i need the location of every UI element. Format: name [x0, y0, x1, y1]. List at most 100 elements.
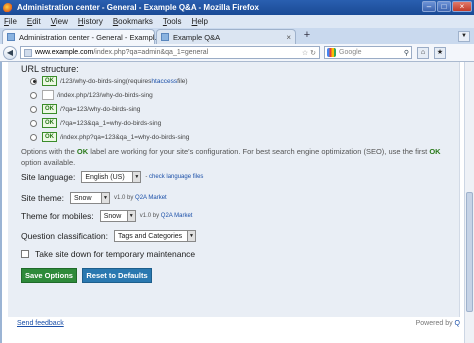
site-theme-row: Site theme: Snow ▼ v1.0 by Q2A Market — [21, 192, 167, 204]
menu-edit[interactable]: Edit — [27, 17, 41, 26]
url-option-radio[interactable] — [30, 133, 37, 141]
save-options-button[interactable]: Save Options — [21, 268, 77, 283]
chevron-down-icon: ▼ — [132, 172, 141, 182]
note-text: option available. — [21, 158, 76, 167]
question-classification-label: Question classification: — [21, 231, 108, 241]
theme-hint: v1.0 by Q2A Market — [114, 195, 167, 201]
language-hint: - check language files — [145, 174, 204, 180]
theme-version: v1.0 by — [139, 213, 160, 219]
back-button[interactable]: ◀ — [3, 45, 17, 60]
url-option-path: /index.php/123/why-do-birds-sing — [57, 91, 153, 99]
mobile-theme-select[interactable]: Snow ▼ — [99, 210, 136, 222]
htaccess-link[interactable]: htaccess — [151, 78, 177, 85]
maximize-button[interactable]: □ — [437, 1, 451, 12]
take-site-down-checkbox[interactable] — [21, 250, 29, 258]
tab-admin-general[interactable]: Administration center - General - Exampl… — [2, 29, 165, 44]
search-placeholder: Google — [339, 49, 362, 56]
tab-example-qa[interactable]: Example Q&A × — [156, 29, 296, 44]
select-value: Tags and Categories — [117, 232, 183, 240]
take-site-down-label: Take site down for temporary maintenance — [35, 249, 196, 259]
powered-by-text: Powered by — [415, 320, 453, 327]
url-option-5[interactable]: OK /index.php?qa=123&qa_1=why-do-birds-s… — [30, 132, 189, 142]
url-option-3[interactable]: OK /?qa=123/why-do-birds-sing — [30, 104, 140, 114]
firefox-logo-icon — [3, 2, 13, 13]
close-tab-icon[interactable]: × — [286, 33, 291, 42]
note-ok: OK — [429, 147, 441, 156]
send-feedback-link[interactable]: Send feedback — [17, 320, 64, 327]
mobile-theme-row: Theme for mobiles: Snow ▼ v1.0 by Q2A Ma… — [21, 210, 192, 222]
site-language-row: Site language: English (US) ▼ - check la… — [21, 171, 203, 183]
menu-bookmarks[interactable]: Bookmarks — [113, 17, 153, 26]
bookmark-star-icon[interactable]: ☆ — [302, 49, 308, 57]
page-content: URL structure: OK /123/why-do-birds-sing… — [0, 62, 474, 343]
url-option-path: /?qa=123/why-do-birds-sing — [60, 105, 141, 113]
menu-tools[interactable]: Tools — [163, 17, 182, 26]
navigation-toolbar: ◀ www.example.com /index.php?qa=admin&qa… — [0, 44, 474, 62]
tab-list-dropdown-icon[interactable]: ▼ — [458, 31, 470, 42]
check-language-files-link[interactable]: check language files — [149, 174, 203, 180]
q2a-market-link[interactable]: Q2A Market — [135, 195, 167, 201]
select-value: Snow — [74, 194, 92, 202]
scrollbar-thumb[interactable] — [466, 192, 473, 312]
close-window-button[interactable]: × — [452, 1, 472, 12]
new-tab-button[interactable]: + — [300, 30, 314, 43]
url-option-4[interactable]: OK /?qa=123&qa_1=why-do-birds-sing — [30, 118, 161, 128]
menu-help[interactable]: Help — [192, 17, 208, 26]
reload-icon[interactable]: ↻ — [310, 49, 316, 57]
ok-badge: OK — [42, 118, 57, 128]
site-theme-label: Site theme: — [21, 193, 64, 203]
note-text: label are working for your site's config… — [90, 147, 428, 156]
vertical-scrollbar[interactable] — [464, 62, 474, 343]
url-structure-label: URL structure: — [21, 64, 79, 74]
url-option-radio[interactable] — [30, 91, 37, 99]
ok-badge: OK — [42, 132, 57, 142]
chevron-down-icon: ▼ — [186, 231, 195, 241]
question-classification-row: Question classification: Tags and Catego… — [21, 230, 196, 242]
tab-label: Administration center - General - Exampl… — [19, 32, 161, 42]
favicon-icon — [7, 33, 15, 41]
blank-badge — [42, 90, 54, 100]
site-identity-icon[interactable] — [24, 48, 32, 57]
home-icon[interactable]: ⌂ — [417, 46, 429, 59]
site-theme-select[interactable]: Snow ▼ — [70, 192, 110, 204]
ok-badge: OK — [42, 104, 57, 114]
window-controls: – □ × — [422, 1, 472, 12]
url-option-radio[interactable] — [30, 77, 37, 85]
mobile-theme-hint: v1.0 by Q2A Market — [140, 213, 193, 219]
search-bar[interactable]: Google ⚲ — [324, 46, 412, 59]
note-ok: OK — [76, 147, 89, 156]
site-language-select[interactable]: English (US) ▼ — [81, 171, 142, 183]
url-option-path: /123/why-do-birds-sing — [60, 77, 126, 85]
mobile-theme-label: Theme for mobiles: — [21, 211, 94, 221]
search-icon[interactable]: ⚲ — [404, 49, 409, 57]
powered-by: Powered by Q — [416, 320, 460, 327]
url-option-2[interactable]: /index.php/123/why-do-birds-sing — [30, 90, 153, 100]
window-titlebar: Administration center - General - Exampl… — [0, 0, 474, 15]
question-classification-select[interactable]: Tags and Categories ▼ — [113, 230, 196, 242]
url-option-note: (requires — [125, 77, 152, 85]
menu-history[interactable]: History — [78, 17, 103, 26]
minimize-button[interactable]: – — [422, 1, 436, 12]
q2a-market-link[interactable]: Q2A Market — [161, 213, 193, 219]
select-value: Snow — [103, 212, 122, 220]
tab-bar: Administration center - General - Exampl… — [0, 28, 474, 44]
site-language-label: Site language: — [21, 172, 76, 182]
seo-note: Options with the OK label are working fo… — [21, 146, 458, 168]
url-option-path: /?qa=123&qa_1=why-do-birds-sing — [60, 119, 162, 127]
url-option-1[interactable]: OK /123/why-do-birds-sing (requires htac… — [30, 76, 188, 86]
url-option-note-end: file) — [177, 77, 188, 85]
menu-view[interactable]: View — [51, 17, 68, 26]
url-option-radio[interactable] — [30, 119, 37, 127]
url-option-radio[interactable] — [30, 105, 37, 113]
url-bar[interactable]: www.example.com /index.php?qa=admin&qa_1… — [20, 46, 320, 59]
bookmarks-icon[interactable]: ★ — [434, 46, 446, 59]
window-title: Administration center - General - Exampl… — [17, 3, 259, 12]
theme-version: v1.0 by — [114, 195, 134, 201]
google-icon[interactable] — [327, 48, 336, 57]
tab-label: Example Q&A — [173, 32, 221, 42]
select-value: English (US) — [85, 173, 125, 181]
menu-file[interactable]: File — [4, 17, 17, 26]
powered-by-link[interactable]: Q — [455, 320, 460, 327]
reset-to-defaults-button[interactable]: Reset to Defaults — [82, 268, 152, 283]
note-text: Options with the — [21, 147, 75, 156]
